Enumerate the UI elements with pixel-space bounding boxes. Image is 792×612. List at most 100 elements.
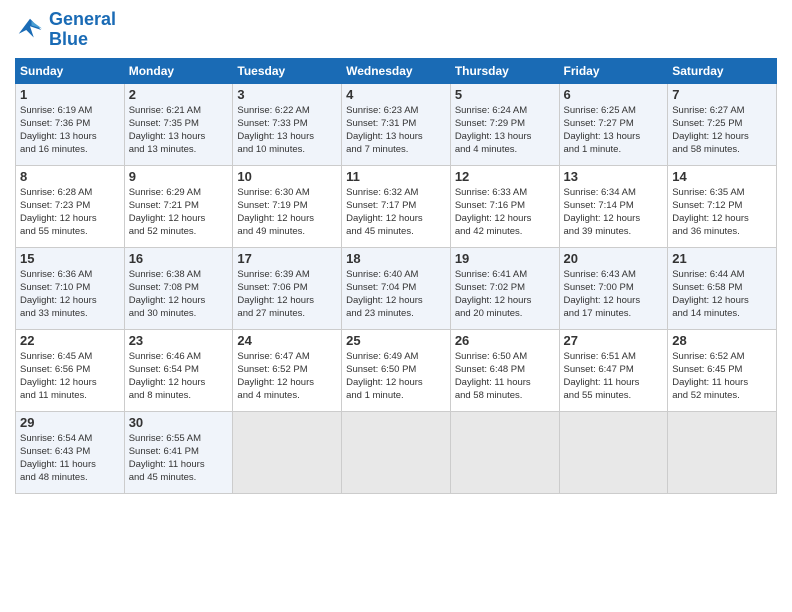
day-info: Sunrise: 6:32 AMSunset: 7:17 PMDaylight:…: [346, 186, 446, 239]
day-info: Sunrise: 6:41 AMSunset: 7:02 PMDaylight:…: [455, 268, 555, 321]
calendar-cell: 9 Sunrise: 6:29 AMSunset: 7:21 PMDaylight…: [124, 165, 233, 247]
day-number: 25: [346, 333, 446, 348]
day-info: Sunrise: 6:33 AMSunset: 7:16 PMDaylight:…: [455, 186, 555, 239]
day-number: 7: [672, 87, 772, 102]
calendar-cell: 4Sunrise: 6:23 AMSunset: 7:31 PMDaylight…: [342, 83, 451, 165]
day-header-sunday: Sunday: [16, 58, 125, 83]
day-header-wednesday: Wednesday: [342, 58, 451, 83]
calendar-cell: 30 Sunrise: 6:55 AMSunset: 6:41 PMDayligh…: [124, 411, 233, 493]
calendar-cell: 11 Sunrise: 6:32 AMSunset: 7:17 PMDayligh…: [342, 165, 451, 247]
day-number: 8: [20, 169, 120, 184]
day-number: 1: [20, 87, 120, 102]
week-row-5: 29 Sunrise: 6:54 AMSunset: 6:43 PMDayligh…: [16, 411, 777, 493]
calendar-cell: [450, 411, 559, 493]
day-info: Sunrise: 6:54 AMSunset: 6:43 PMDaylight:…: [20, 432, 120, 485]
logo-text: General Blue: [49, 10, 116, 50]
day-info: Sunrise: 6:22 AMSunset: 7:33 PMDaylight:…: [237, 104, 337, 157]
day-info: Sunrise: 6:40 AMSunset: 7:04 PMDaylight:…: [346, 268, 446, 321]
logo: General Blue: [15, 10, 116, 50]
day-info: Sunrise: 6:49 AMSunset: 6:50 PMDaylight:…: [346, 350, 446, 403]
day-info: Sunrise: 6:46 AMSunset: 6:54 PMDaylight:…: [129, 350, 229, 403]
calendar-header-row: SundayMondayTuesdayWednesdayThursdayFrid…: [16, 58, 777, 83]
day-header-thursday: Thursday: [450, 58, 559, 83]
calendar-cell: 15 Sunrise: 6:36 AMSunset: 7:10 PMDayligh…: [16, 247, 125, 329]
day-info: Sunrise: 6:51 AMSunset: 6:47 PMDaylight:…: [564, 350, 664, 403]
calendar-cell: 26Sunrise: 6:50 AMSunset: 6:48 PMDayligh…: [450, 329, 559, 411]
calendar-cell: 28Sunrise: 6:52 AMSunset: 6:45 PMDayligh…: [668, 329, 777, 411]
day-info: Sunrise: 6:25 AMSunset: 7:27 PMDaylight:…: [564, 104, 664, 157]
day-header-tuesday: Tuesday: [233, 58, 342, 83]
calendar-cell: 1 Sunrise: 6:19 AMSunset: 7:36 PMDaylight…: [16, 83, 125, 165]
day-info: Sunrise: 6:21 AMSunset: 7:35 PMDaylight:…: [129, 104, 229, 157]
calendar-cell: 22 Sunrise: 6:45 AMSunset: 6:56 PMDayligh…: [16, 329, 125, 411]
calendar-cell: 13Sunrise: 6:34 AMSunset: 7:14 PMDayligh…: [559, 165, 668, 247]
calendar-cell: 3 Sunrise: 6:22 AMSunset: 7:33 PMDaylight…: [233, 83, 342, 165]
calendar-cell: 18 Sunrise: 6:40 AMSunset: 7:04 PMDayligh…: [342, 247, 451, 329]
calendar-cell: 27 Sunrise: 6:51 AMSunset: 6:47 PMDayligh…: [559, 329, 668, 411]
day-info: Sunrise: 6:30 AMSunset: 7:19 PMDaylight:…: [237, 186, 337, 239]
day-number: 22: [20, 333, 120, 348]
day-number: 24: [237, 333, 337, 348]
day-number: 2: [129, 87, 229, 102]
calendar-cell: 14 Sunrise: 6:35 AMSunset: 7:12 PMDayligh…: [668, 165, 777, 247]
day-info: Sunrise: 6:44 AMSunset: 6:58 PMDaylight:…: [672, 268, 772, 321]
week-row-3: 15 Sunrise: 6:36 AMSunset: 7:10 PMDayligh…: [16, 247, 777, 329]
header: General Blue: [15, 10, 777, 50]
calendar-cell: 10 Sunrise: 6:30 AMSunset: 7:19 PMDayligh…: [233, 165, 342, 247]
day-number: 27: [564, 333, 664, 348]
day-info: Sunrise: 6:36 AMSunset: 7:10 PMDaylight:…: [20, 268, 120, 321]
day-number: 15: [20, 251, 120, 266]
day-number: 30: [129, 415, 229, 430]
day-info: Sunrise: 6:55 AMSunset: 6:41 PMDaylight:…: [129, 432, 229, 485]
calendar-cell: 25 Sunrise: 6:49 AMSunset: 6:50 PMDayligh…: [342, 329, 451, 411]
day-info: Sunrise: 6:52 AMSunset: 6:45 PMDaylight:…: [672, 350, 772, 403]
day-info: Sunrise: 6:45 AMSunset: 6:56 PMDaylight:…: [20, 350, 120, 403]
day-info: Sunrise: 6:29 AMSunset: 7:21 PMDaylight:…: [129, 186, 229, 239]
day-info: Sunrise: 6:19 AMSunset: 7:36 PMDaylight:…: [20, 104, 120, 157]
week-row-4: 22 Sunrise: 6:45 AMSunset: 6:56 PMDayligh…: [16, 329, 777, 411]
calendar-table: SundayMondayTuesdayWednesdayThursdayFrid…: [15, 58, 777, 494]
calendar-cell: 7Sunrise: 6:27 AMSunset: 7:25 PMDaylight…: [668, 83, 777, 165]
week-row-2: 8 Sunrise: 6:28 AMSunset: 7:23 PMDaylight…: [16, 165, 777, 247]
calendar-cell: 6Sunrise: 6:25 AMSunset: 7:27 PMDaylight…: [559, 83, 668, 165]
day-info: Sunrise: 6:38 AMSunset: 7:08 PMDaylight:…: [129, 268, 229, 321]
day-number: 21: [672, 251, 772, 266]
day-info: Sunrise: 6:43 AMSunset: 7:00 PMDaylight:…: [564, 268, 664, 321]
calendar-cell: 19 Sunrise: 6:41 AMSunset: 7:02 PMDayligh…: [450, 247, 559, 329]
calendar-cell: [233, 411, 342, 493]
day-number: 12: [455, 169, 555, 184]
day-number: 23: [129, 333, 229, 348]
calendar-cell: 12 Sunrise: 6:33 AMSunset: 7:16 PMDayligh…: [450, 165, 559, 247]
calendar-cell: [668, 411, 777, 493]
day-info: Sunrise: 6:39 AMSunset: 7:06 PMDaylight:…: [237, 268, 337, 321]
day-info: Sunrise: 6:23 AMSunset: 7:31 PMDaylight:…: [346, 104, 446, 157]
day-info: Sunrise: 6:50 AMSunset: 6:48 PMDaylight:…: [455, 350, 555, 403]
calendar-cell: 23 Sunrise: 6:46 AMSunset: 6:54 PMDayligh…: [124, 329, 233, 411]
day-header-monday: Monday: [124, 58, 233, 83]
day-number: 20: [564, 251, 664, 266]
day-number: 18: [346, 251, 446, 266]
day-number: 5: [455, 87, 555, 102]
day-number: 17: [237, 251, 337, 266]
day-info: Sunrise: 6:28 AMSunset: 7:23 PMDaylight:…: [20, 186, 120, 239]
day-info: Sunrise: 6:34 AMSunset: 7:14 PMDaylight:…: [564, 186, 664, 239]
page-container: General Blue SundayMondayTuesdayWednesda…: [0, 0, 792, 504]
day-number: 16: [129, 251, 229, 266]
day-number: 19: [455, 251, 555, 266]
day-number: 14: [672, 169, 772, 184]
day-number: 10: [237, 169, 337, 184]
calendar-cell: 5 Sunrise: 6:24 AMSunset: 7:29 PMDaylight…: [450, 83, 559, 165]
calendar-cell: 24Sunrise: 6:47 AMSunset: 6:52 PMDayligh…: [233, 329, 342, 411]
day-header-saturday: Saturday: [668, 58, 777, 83]
logo-icon: [15, 15, 45, 45]
day-number: 11: [346, 169, 446, 184]
day-info: Sunrise: 6:35 AMSunset: 7:12 PMDaylight:…: [672, 186, 772, 239]
day-number: 3: [237, 87, 337, 102]
calendar-cell: 21 Sunrise: 6:44 AMSunset: 6:58 PMDayligh…: [668, 247, 777, 329]
calendar-cell: 17 Sunrise: 6:39 AMSunset: 7:06 PMDayligh…: [233, 247, 342, 329]
day-info: Sunrise: 6:24 AMSunset: 7:29 PMDaylight:…: [455, 104, 555, 157]
calendar-cell: 2 Sunrise: 6:21 AMSunset: 7:35 PMDaylight…: [124, 83, 233, 165]
day-header-friday: Friday: [559, 58, 668, 83]
day-number: 9: [129, 169, 229, 184]
day-number: 29: [20, 415, 120, 430]
